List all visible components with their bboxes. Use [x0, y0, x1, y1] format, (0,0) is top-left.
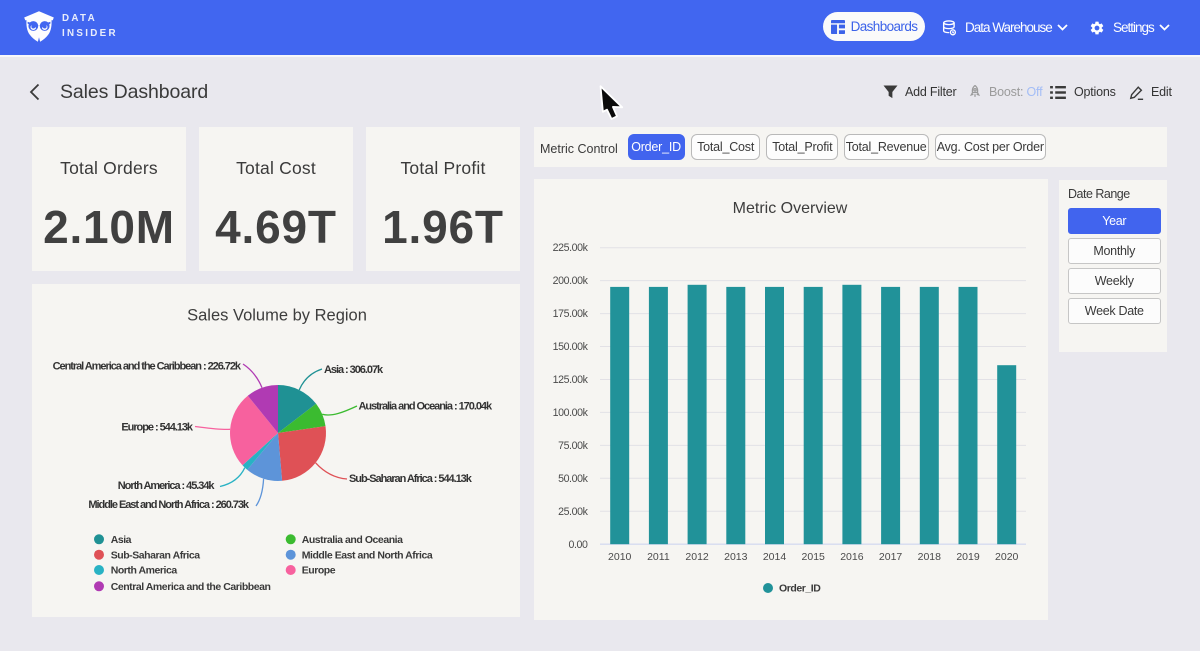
svg-text:2020: 2020 — [995, 551, 1019, 563]
svg-text:2013: 2013 — [724, 551, 748, 563]
svg-text:2010: 2010 — [608, 551, 632, 563]
svg-text:150.00k: 150.00k — [553, 341, 589, 353]
svg-text:Order_ID: Order_ID — [779, 583, 821, 595]
svg-text:25.00k: 25.00k — [558, 506, 589, 518]
svg-text:225.00k: 225.00k — [553, 242, 589, 254]
svg-text:North America: North America — [111, 565, 178, 577]
svg-text:Central America and the Caribb: Central America and the Caribbean — [111, 581, 271, 593]
svg-text:Sub-Saharan Africa : 544.13k: Sub-Saharan Africa : 544.13k — [349, 473, 473, 485]
svg-text:200.00k: 200.00k — [553, 275, 589, 287]
svg-text:75.00k: 75.00k — [558, 440, 589, 452]
svg-text:2011: 2011 — [647, 551, 670, 563]
svg-text:175.00k: 175.00k — [553, 308, 589, 320]
svg-text:100.00k: 100.00k — [553, 407, 589, 419]
svg-text:North America : 45.34k: North America : 45.34k — [118, 480, 216, 492]
svg-text:Metric Overview: Metric Overview — [733, 200, 848, 217]
svg-text:Australia and Oceania: Australia and Oceania — [302, 534, 403, 546]
svg-text:2018: 2018 — [918, 551, 942, 563]
svg-text:Middle East and North Africa :: Middle East and North Africa : 260.73k — [88, 499, 250, 511]
svg-text:50.00k: 50.00k — [558, 473, 589, 485]
svg-text:2017: 2017 — [879, 551, 903, 563]
svg-text:Australia and Oceania : 170.04: Australia and Oceania : 170.04k — [359, 401, 493, 413]
svg-text:Europe : 544.13k: Europe : 544.13k — [121, 422, 194, 434]
svg-text:2015: 2015 — [802, 551, 826, 563]
svg-text:0.00: 0.00 — [568, 539, 588, 551]
svg-text:2014: 2014 — [763, 551, 787, 563]
svg-text:Central America and the Caribb: Central America and the Caribbean : 226.… — [53, 361, 242, 373]
svg-text:Asia: Asia — [111, 534, 132, 546]
svg-text:Europe: Europe — [302, 565, 336, 577]
svg-text:125.00k: 125.00k — [553, 374, 589, 386]
svg-text:Sub-Saharan Africa: Sub-Saharan Africa — [111, 549, 201, 561]
svg-text:Asia : 306.07k: Asia : 306.07k — [324, 364, 384, 376]
svg-text:Sales Volume by Region: Sales Volume by Region — [187, 307, 367, 325]
svg-text:2019: 2019 — [956, 551, 980, 563]
svg-text:Middle East and North Africa: Middle East and North Africa — [302, 549, 433, 561]
svg-text:2016: 2016 — [840, 551, 864, 563]
svg-text:2012: 2012 — [685, 551, 709, 563]
